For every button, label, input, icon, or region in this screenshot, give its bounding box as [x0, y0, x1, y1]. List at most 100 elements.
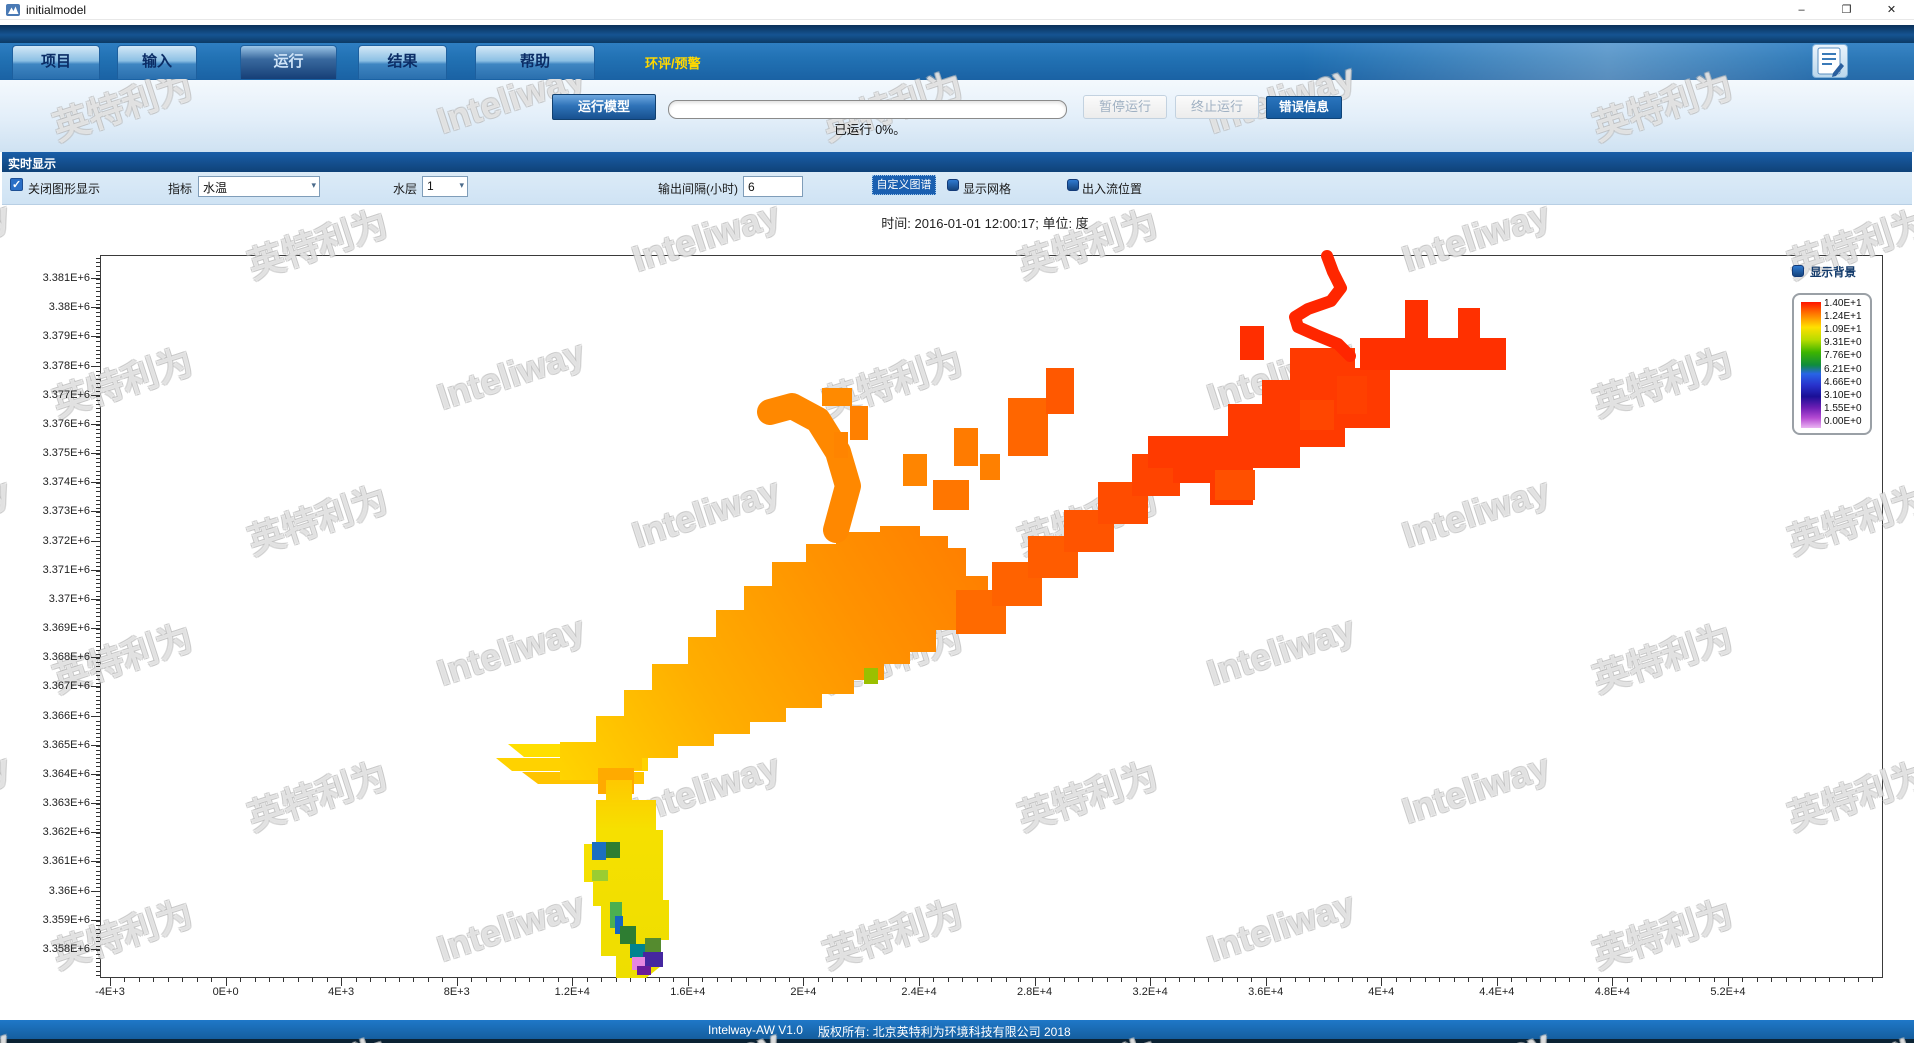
- x-minor-tick: [413, 978, 414, 982]
- x-minor-tick: [457, 978, 458, 982]
- flow-positions-checkbox[interactable]: [1067, 179, 1079, 191]
- x-minor-tick: [1064, 978, 1065, 982]
- notes-panel-button[interactable]: [1812, 44, 1848, 78]
- x-minor-tick: [1627, 978, 1628, 982]
- maximize-button[interactable]: ❐: [1824, 0, 1869, 20]
- show-background-label: 显示背景: [1810, 264, 1856, 280]
- x-tick-label: 4E+3: [305, 986, 377, 998]
- close-button[interactable]: ✕: [1869, 0, 1914, 20]
- x-tick-label: 1.6E+4: [652, 986, 724, 998]
- x-minor-tick: [1670, 978, 1671, 982]
- colorbar-value: 1.55E+0: [1824, 403, 1862, 414]
- x-minor-tick: [370, 978, 371, 982]
- x-minor-tick: [1742, 978, 1743, 982]
- flow-positions-label: 出入流位置: [1082, 180, 1142, 197]
- y-major-tick: [91, 920, 100, 921]
- x-tick-label: 3.6E+4: [1230, 986, 1302, 998]
- x-minor-tick: [500, 978, 501, 982]
- colorbar-value: 6.21E+0: [1824, 364, 1862, 375]
- x-major-tick: [226, 978, 227, 986]
- colorbar-gradient: [1801, 302, 1821, 428]
- y-tick-label: 3.379E+6: [8, 330, 90, 342]
- tab-env-warning[interactable]: 环评/预警: [645, 53, 701, 72]
- y-tick-label: 3.38E+6: [8, 301, 90, 313]
- x-minor-tick: [240, 978, 241, 982]
- x-minor-tick: [1208, 978, 1209, 982]
- x-minor-tick: [890, 978, 891, 982]
- y-major-tick: [91, 424, 100, 425]
- x-minor-tick: [182, 978, 183, 982]
- x-minor-tick: [1092, 978, 1093, 982]
- x-minor-tick: [283, 978, 284, 982]
- y-major-tick: [91, 570, 100, 571]
- y-major-tick: [91, 278, 100, 279]
- tab-结果[interactable]: 结果: [358, 45, 447, 79]
- x-minor-tick: [1338, 978, 1339, 982]
- x-minor-tick: [717, 978, 718, 982]
- x-minor-tick: [1381, 978, 1382, 982]
- x-minor-tick: [616, 978, 617, 982]
- chevron-down-icon: ▾: [459, 180, 464, 191]
- x-minor-tick: [1352, 978, 1353, 982]
- x-minor-tick: [226, 978, 227, 982]
- x-major-tick: [919, 978, 920, 986]
- colorbar-value: 4.66E+0: [1824, 377, 1862, 388]
- pause-run-button[interactable]: 暂停运行: [1083, 95, 1167, 119]
- x-minor-tick: [312, 978, 313, 982]
- run-model-button[interactable]: 运行模型: [552, 94, 656, 120]
- x-minor-tick: [1872, 978, 1873, 982]
- layer-dropdown[interactable]: 1 ▾: [422, 176, 468, 197]
- title-bar: initialmodel –❐✕: [0, 0, 1914, 20]
- x-minor-tick: [1194, 978, 1195, 982]
- close-graphics-checkbox[interactable]: [10, 178, 23, 191]
- show-grid-checkbox[interactable]: [947, 179, 959, 191]
- stop-run-button[interactable]: 终止运行: [1175, 95, 1259, 119]
- x-major-tick: [803, 978, 804, 986]
- x-minor-tick: [948, 978, 949, 982]
- y-tick-label: 3.377E+6: [8, 389, 90, 401]
- tab-项目[interactable]: 项目: [12, 45, 100, 79]
- y-tick-label: 3.37E+6: [8, 593, 90, 605]
- y-tick-label: 3.375E+6: [8, 447, 90, 459]
- x-minor-tick: [471, 978, 472, 982]
- y-tick-label: 3.361E+6: [8, 855, 90, 867]
- x-minor-tick: [124, 978, 125, 982]
- tab-输入[interactable]: 输入: [117, 45, 197, 79]
- x-minor-tick: [1540, 978, 1541, 982]
- x-minor-tick: [731, 978, 732, 982]
- x-minor-tick: [1222, 978, 1223, 982]
- x-minor-tick: [876, 978, 877, 982]
- x-minor-tick: [587, 978, 588, 982]
- copyright-text: 版权所有: 北京英特利为环境科技有限公司 2018: [818, 1023, 1071, 1040]
- custom-colormap-button[interactable]: 自定义图谱: [872, 175, 936, 195]
- x-minor-tick: [1714, 978, 1715, 982]
- tab-运行[interactable]: 运行: [240, 45, 337, 79]
- run-progress-text: 已运行 0%。: [800, 119, 940, 138]
- x-minor-tick: [1121, 978, 1122, 982]
- x-minor-tick: [515, 978, 516, 982]
- close-graphics-label: 关闭图形显示: [28, 180, 100, 197]
- x-minor-tick: [1829, 978, 1830, 982]
- y-major-tick: [91, 745, 100, 746]
- interval-input[interactable]: [743, 176, 803, 197]
- minimize-button[interactable]: –: [1779, 0, 1824, 20]
- x-major-tick: [688, 978, 689, 986]
- x-minor-tick: [298, 978, 299, 982]
- x-minor-tick: [558, 978, 559, 982]
- x-minor-tick: [1136, 978, 1137, 982]
- x-minor-tick: [832, 978, 833, 982]
- indicator-dropdown[interactable]: 水温 ▾: [198, 176, 320, 197]
- x-minor-tick: [659, 978, 660, 982]
- x-minor-tick: [746, 978, 747, 982]
- y-major-tick: [91, 395, 100, 396]
- colorbar-value: 7.76E+0: [1824, 350, 1862, 361]
- error-info-button[interactable]: 错误信息: [1266, 96, 1342, 119]
- map-plot-area: [100, 255, 1883, 978]
- x-minor-tick: [1728, 978, 1729, 982]
- x-major-tick: [1381, 978, 1382, 986]
- x-minor-tick: [1107, 978, 1108, 982]
- x-minor-tick: [1771, 978, 1772, 982]
- tab-帮助[interactable]: 帮助: [475, 45, 595, 79]
- realtime-section-bar: [2, 152, 1912, 172]
- show-background-checkbox[interactable]: [1792, 265, 1804, 277]
